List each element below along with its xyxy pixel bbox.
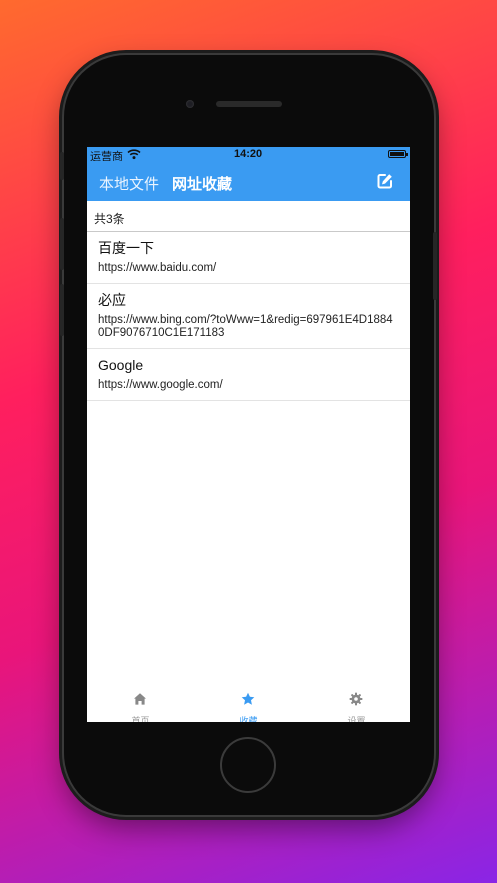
front-camera xyxy=(186,100,194,108)
bottom-tab-bar: 首页 收藏 设置 xyxy=(87,684,410,722)
count-bar: 共3条 xyxy=(87,201,410,232)
edit-icon[interactable] xyxy=(376,172,394,190)
silent-switch xyxy=(60,152,64,180)
tab-home-label: 首页 xyxy=(131,716,150,722)
power-button xyxy=(433,232,437,300)
volume-down-button xyxy=(60,284,64,336)
bookmark-url: https://www.baidu.com/ xyxy=(98,262,217,274)
tab-bookmarks[interactable]: 网址收藏 xyxy=(172,173,232,194)
home-icon xyxy=(134,693,146,705)
status-time: 14:20 xyxy=(234,148,263,160)
bookmark-item[interactable]: 必应 https://www.bing.com/?toWww=1&redig=6… xyxy=(87,284,410,349)
tab-home[interactable]: 首页 xyxy=(87,684,194,722)
nav-bar: 本地文件 网址收藏 xyxy=(87,161,410,201)
bookmark-url: https://www.bing.com/?toWww=1&redig=6979… xyxy=(98,314,393,339)
gear-icon xyxy=(349,692,363,706)
tab-favorites-label: 收藏 xyxy=(239,716,258,722)
bookmark-title: 百度一下 xyxy=(98,240,154,256)
home-button[interactable] xyxy=(220,737,276,793)
bookmark-title: 必应 xyxy=(98,292,126,308)
bookmark-count: 共3条 xyxy=(94,212,125,226)
tab-settings-label: 设置 xyxy=(347,716,366,722)
earpiece-speaker xyxy=(216,101,282,107)
tab-settings[interactable]: 设置 xyxy=(303,684,410,722)
star-icon xyxy=(241,692,255,705)
volume-up-button xyxy=(60,218,64,270)
bookmark-item[interactable]: Google https://www.google.com/ xyxy=(87,349,410,401)
battery-icon xyxy=(388,150,408,158)
wifi-icon xyxy=(127,149,141,160)
status-bar: 运营商 14:20 xyxy=(87,147,410,163)
bookmark-url: https://www.google.com/ xyxy=(98,379,223,391)
bookmark-list: 百度一下 https://www.baidu.com/ 必应 https://w… xyxy=(87,232,410,401)
bookmark-item[interactable]: 百度一下 https://www.baidu.com/ xyxy=(87,232,410,284)
tab-local-files[interactable]: 本地文件 xyxy=(99,173,159,194)
app-screen: 运营商 14:20 本地文件 网址收藏 共3条 百度一下 https://www… xyxy=(87,147,410,722)
tab-favorites[interactable]: 收藏 xyxy=(195,684,302,722)
bookmark-title: Google xyxy=(98,357,144,373)
